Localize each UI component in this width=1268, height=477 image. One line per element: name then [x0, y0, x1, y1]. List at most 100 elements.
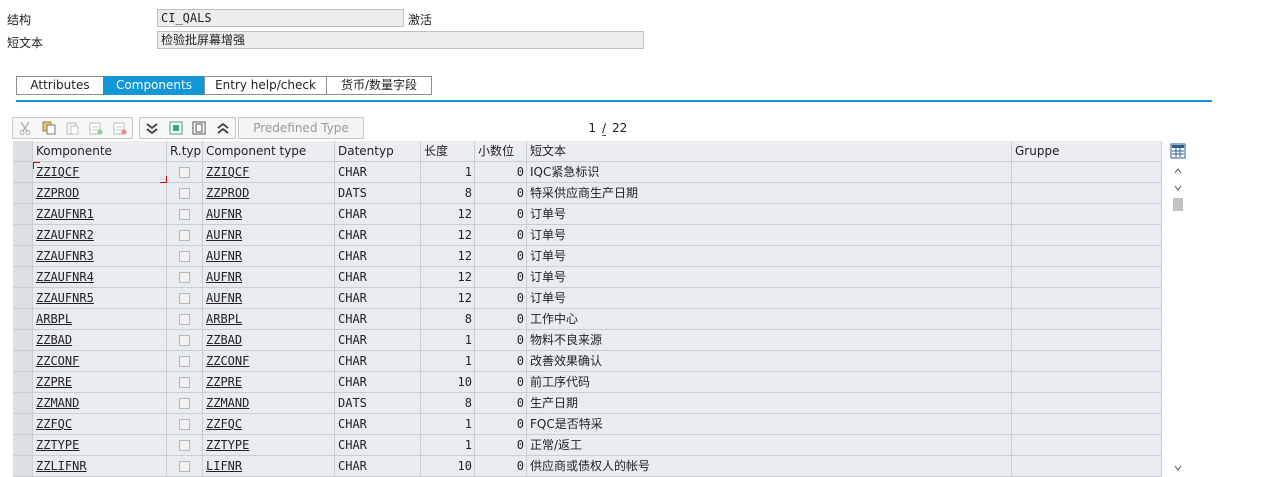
- ref-type-checkbox[interactable]: [179, 440, 190, 451]
- tab-entry-help-check[interactable]: Entry help/check: [204, 76, 326, 95]
- row-selector[interactable]: [13, 246, 33, 267]
- cell-komponente[interactable]: ZZTYPE: [33, 435, 167, 456]
- pager-current[interactable]: 1: [586, 121, 596, 135]
- cell-short-text[interactable]: 订单号: [527, 246, 1012, 267]
- row-selector[interactable]: [13, 456, 33, 477]
- cell-component-type[interactable]: ZZCONF: [203, 351, 335, 372]
- cell-komponente[interactable]: ZZPRE: [33, 372, 167, 393]
- cell-komponente[interactable]: ARBPL: [33, 309, 167, 330]
- scroll-up-icon[interactable]: [1173, 165, 1183, 175]
- tab-components[interactable]: Components: [103, 76, 204, 95]
- cell-gruppe[interactable]: [1012, 309, 1162, 330]
- ref-type-checkbox[interactable]: [179, 272, 190, 283]
- ref-type-checkbox[interactable]: [179, 461, 190, 472]
- row-selector[interactable]: [13, 309, 33, 330]
- table-row[interactable]: ZZAUFNR1 AUFNR CHAR 12 0 订单号: [13, 204, 1168, 225]
- cell-datentyp[interactable]: CHAR: [335, 456, 421, 477]
- cell-component-type[interactable]: ZZFQC: [203, 414, 335, 435]
- cell-datentyp[interactable]: CHAR: [335, 330, 421, 351]
- cell-decimals[interactable]: 0: [475, 309, 527, 330]
- table-row[interactable]: ZZBAD ZZBAD CHAR 1 0 物料不良来源: [13, 330, 1168, 351]
- tab-currency-quantity-fields[interactable]: 货币/数量字段: [326, 76, 432, 95]
- table-row[interactable]: ZZAUFNR2 AUFNR CHAR 12 0 订单号: [13, 225, 1168, 246]
- cell-short-text[interactable]: 正常/返工: [527, 435, 1012, 456]
- predefined-type-button[interactable]: Predefined Type: [238, 117, 364, 139]
- row-selector[interactable]: [13, 162, 33, 183]
- cell-short-text[interactable]: 改善效果确认: [527, 351, 1012, 372]
- cell-gruppe[interactable]: [1012, 225, 1162, 246]
- cell-length[interactable]: 1: [421, 330, 475, 351]
- cell-datentyp[interactable]: CHAR: [335, 204, 421, 225]
- table-row[interactable]: ZZLIFNR LIFNR CHAR 10 0 供应商或债权人的帐号: [13, 456, 1168, 477]
- cell-length[interactable]: 1: [421, 435, 475, 456]
- cell-gruppe[interactable]: [1012, 267, 1162, 288]
- short-text-field[interactable]: 检验批屏幕增强: [157, 31, 644, 49]
- cell-datentyp[interactable]: CHAR: [335, 351, 421, 372]
- cell-decimals[interactable]: 0: [475, 372, 527, 393]
- cell-datentyp[interactable]: CHAR: [335, 225, 421, 246]
- cell-komponente[interactable]: ZZAUFNR1: [33, 204, 167, 225]
- cell-komponente[interactable]: ZZIQCF: [33, 162, 167, 183]
- table-row[interactable]: ZZFQC ZZFQC CHAR 1 0 FQC是否特采: [13, 414, 1168, 435]
- detail-icon[interactable]: [188, 118, 212, 138]
- tab-attributes[interactable]: Attributes: [16, 76, 103, 95]
- col-short-text[interactable]: 短文本: [527, 141, 1012, 162]
- cell-length[interactable]: 8: [421, 183, 475, 204]
- table-row[interactable]: ARBPL ARBPL CHAR 8 0 工作中心: [13, 309, 1168, 330]
- cell-gruppe[interactable]: [1012, 183, 1162, 204]
- row-selector[interactable]: [13, 435, 33, 456]
- new-node-icon[interactable]: [164, 118, 188, 138]
- cell-length[interactable]: 10: [421, 372, 475, 393]
- cell-gruppe[interactable]: [1012, 393, 1162, 414]
- expand-icon[interactable]: [211, 118, 235, 138]
- cell-decimals[interactable]: 0: [475, 330, 527, 351]
- cell-datentyp[interactable]: CHAR: [335, 372, 421, 393]
- ref-type-checkbox[interactable]: [179, 335, 190, 346]
- cell-component-type[interactable]: ZZBAD: [203, 330, 335, 351]
- table-row[interactable]: ZZCONF ZZCONF CHAR 1 0 改善效果确认: [13, 351, 1168, 372]
- cell-komponente[interactable]: ZZAUFNR4: [33, 267, 167, 288]
- copy-icon[interactable]: [37, 118, 61, 138]
- cell-length[interactable]: 12: [421, 246, 475, 267]
- cell-short-text[interactable]: 订单号: [527, 288, 1012, 309]
- cell-datentyp[interactable]: CHAR: [335, 435, 421, 456]
- row-selector[interactable]: [13, 288, 33, 309]
- ref-type-checkbox[interactable]: [179, 251, 190, 262]
- col-length[interactable]: 长度: [421, 141, 475, 162]
- cell-decimals[interactable]: 0: [475, 414, 527, 435]
- cell-decimals[interactable]: 0: [475, 456, 527, 477]
- cell-decimals[interactable]: 0: [475, 162, 527, 183]
- collapse-icon[interactable]: [140, 118, 164, 138]
- cell-short-text[interactable]: 特采供应商生产日期: [527, 183, 1012, 204]
- cell-gruppe[interactable]: [1012, 288, 1162, 309]
- table-settings-icon[interactable]: [1170, 143, 1186, 159]
- cell-decimals[interactable]: 0: [475, 393, 527, 414]
- row-selector[interactable]: [13, 414, 33, 435]
- cell-short-text[interactable]: 订单号: [527, 267, 1012, 288]
- ref-type-checkbox[interactable]: [179, 314, 190, 325]
- cell-length[interactable]: 8: [421, 309, 475, 330]
- cell-length[interactable]: 10: [421, 456, 475, 477]
- cell-short-text[interactable]: 前工序代码: [527, 372, 1012, 393]
- cell-short-text[interactable]: FQC是否特采: [527, 414, 1012, 435]
- cell-length[interactable]: 1: [421, 351, 475, 372]
- vertical-scrollbar[interactable]: [1170, 162, 1186, 475]
- table-row[interactable]: ZZAUFNR3 AUFNR CHAR 12 0 订单号: [13, 246, 1168, 267]
- row-selector[interactable]: [13, 372, 33, 393]
- table-row[interactable]: ZZAUFNR4 AUFNR CHAR 12 0 订单号: [13, 267, 1168, 288]
- row-selector[interactable]: [13, 330, 33, 351]
- table-row[interactable]: ZZMAND ZZMAND DATS 8 0 生产日期: [13, 393, 1168, 414]
- cell-component-type[interactable]: ZZTYPE: [203, 435, 335, 456]
- table-row[interactable]: ZZTYPE ZZTYPE CHAR 1 0 正常/返工: [13, 435, 1168, 456]
- cell-komponente[interactable]: ZZLIFNR: [33, 456, 167, 477]
- cell-short-text[interactable]: 供应商或债权人的帐号: [527, 456, 1012, 477]
- cell-component-type[interactable]: AUFNR: [203, 288, 335, 309]
- cell-decimals[interactable]: 0: [475, 225, 527, 246]
- scroll-bottom-icon[interactable]: [1173, 462, 1183, 472]
- cell-length[interactable]: 1: [421, 162, 475, 183]
- cell-decimals[interactable]: 0: [475, 351, 527, 372]
- row-selector[interactable]: [13, 351, 33, 372]
- cut-icon[interactable]: [13, 118, 37, 138]
- select-all-cell[interactable]: [13, 141, 33, 162]
- ref-type-checkbox[interactable]: [179, 230, 190, 241]
